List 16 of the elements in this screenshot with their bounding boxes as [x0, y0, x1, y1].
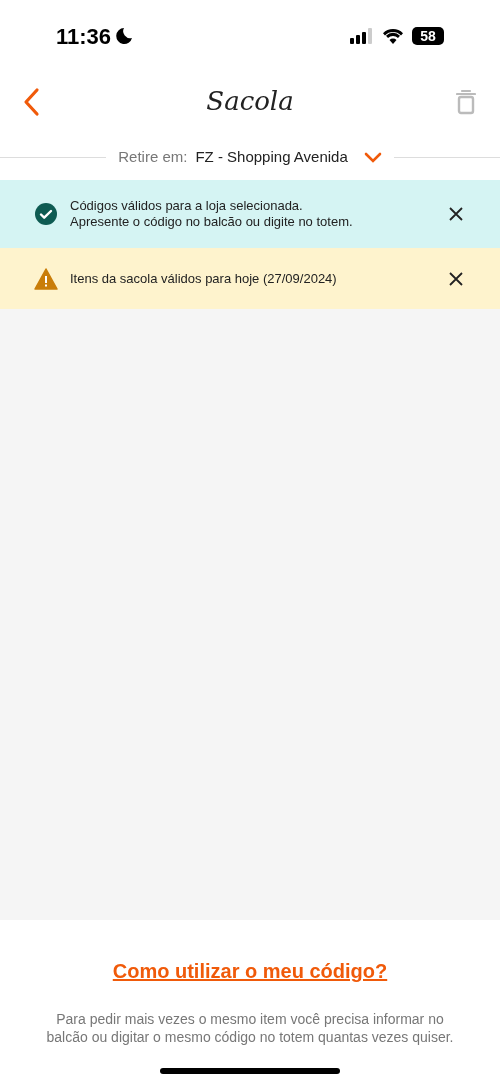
chevron-down-icon: [363, 151, 382, 164]
battery-indicator: 58: [412, 27, 444, 45]
check-circle-icon: [34, 202, 58, 226]
footer-note: Para pedir mais vezes o mesmo item você precisa informar no balcão ou digitar o mesmo código no totem quantas vezes quiser.: [45, 1010, 455, 1046]
wifi-icon: [382, 28, 404, 44]
alert-text: Apresente o código no balcão ou digite no totem.: [70, 214, 354, 230]
close-button[interactable]: [448, 206, 464, 222]
close-button[interactable]: [448, 270, 464, 287]
alert-text: Itens da sacola válidos para hoje (27/09/2024): [70, 270, 338, 287]
signal-icon: [350, 28, 374, 44]
store-picker[interactable]: Retire em: FZ - Shopping Avenida: [106, 146, 394, 169]
moon-icon: [115, 27, 134, 45]
status-time: 11:36: [56, 22, 112, 51]
warning-icon: [34, 267, 58, 290]
page-title: Sacola: [206, 85, 294, 118]
alert-text: Códigos válidos para a loja selecionada.: [70, 198, 304, 214]
